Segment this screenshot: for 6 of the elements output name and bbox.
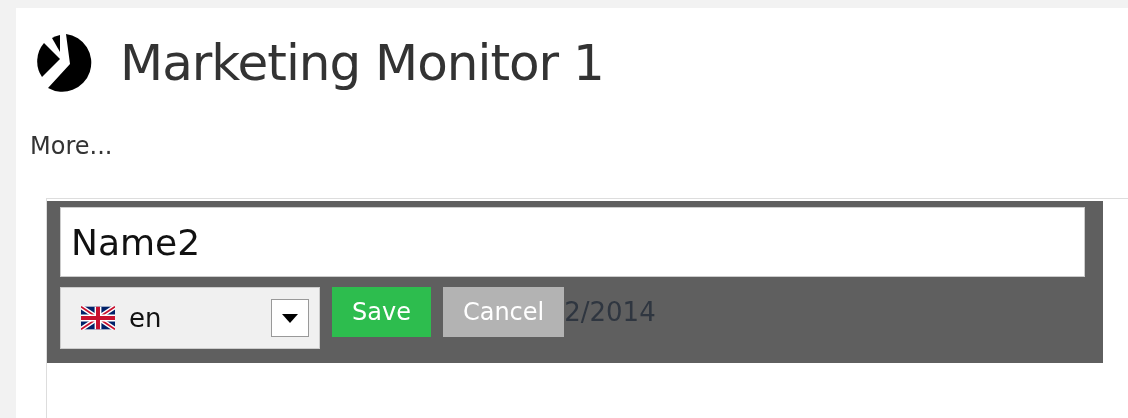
flag-icon: [81, 306, 115, 330]
language-select[interactable]: en: [60, 287, 320, 349]
name-input[interactable]: Name2: [60, 207, 1085, 277]
caret-icon: [282, 313, 298, 323]
more-link[interactable]: More...: [30, 132, 113, 160]
page-title: Marketing Monitor 1: [120, 34, 604, 92]
